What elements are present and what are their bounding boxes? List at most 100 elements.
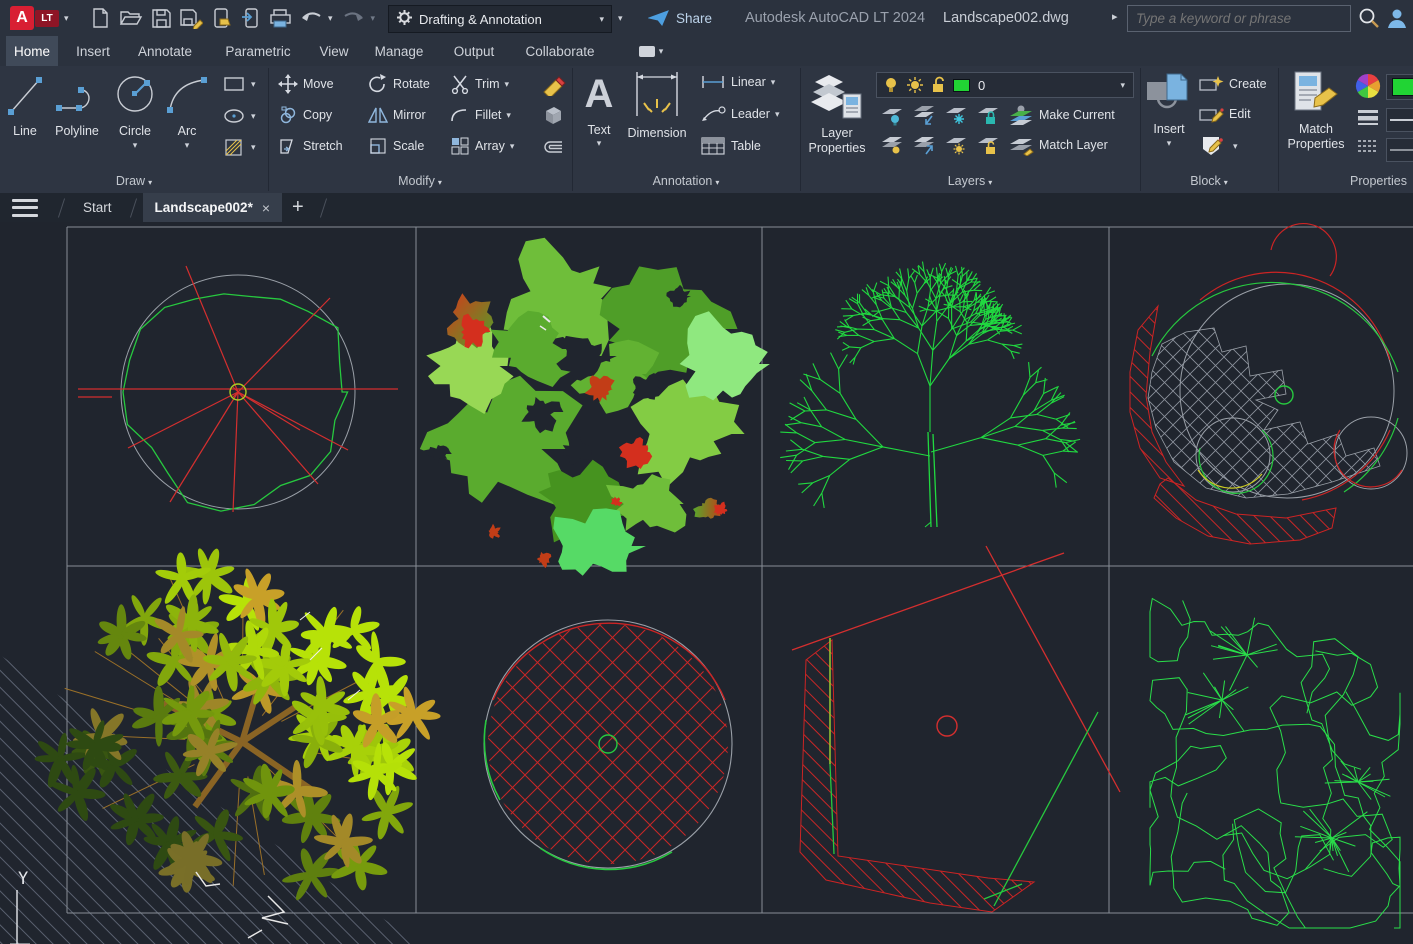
line-button[interactable]: Line [4, 70, 46, 139]
circle-button[interactable]: Circle ▾ [108, 70, 162, 150]
linear-caret-icon[interactable]: ▾ [771, 78, 776, 87]
search-magnifier-icon[interactable] [1356, 5, 1382, 31]
tab-home[interactable]: Home [6, 36, 58, 66]
color-wheel-button[interactable] [1354, 72, 1382, 100]
edit-block-button[interactable]: Edit [1198, 104, 1251, 124]
array-icon [450, 136, 470, 156]
acad-logo[interactable]: A LT ▾ [10, 6, 69, 30]
properties-panel-label[interactable]: Properties [1278, 174, 1413, 188]
tab-view[interactable]: View [310, 36, 358, 66]
annotation-panel-label[interactable]: Annotation▾ [572, 174, 800, 188]
drawing-canvas[interactable]: Y [0, 222, 1413, 944]
layer-properties-button[interactable]: Layer Properties [806, 70, 868, 155]
lineweight-dropdown[interactable] [1386, 108, 1413, 132]
close-tab-icon[interactable]: × [262, 200, 270, 216]
layer-unlock-button[interactable] [976, 134, 1000, 156]
layer-unisolate-button[interactable] [912, 134, 936, 156]
create-block-button[interactable]: Create [1198, 74, 1267, 94]
ellipse-button[interactable]: ▾ [222, 106, 256, 126]
stretch-button[interactable]: Stretch [278, 136, 343, 156]
insert-button[interactable]: Insert ▾ [1144, 70, 1194, 148]
rectangle-button[interactable]: ▾ [222, 74, 256, 94]
redo-icon[interactable] [341, 5, 367, 31]
ribbon-display-toggle[interactable]: ▾ [634, 43, 668, 60]
text-caret-icon[interactable]: ▾ [578, 139, 620, 148]
undo-caret-icon[interactable]: ▾ [328, 14, 333, 23]
tab-manage[interactable]: Manage [364, 36, 434, 66]
leader-caret-icon[interactable]: ▾ [775, 110, 780, 119]
layer-dropdown[interactable]: 0 ▾ [876, 72, 1134, 98]
save-as-icon[interactable] [178, 5, 204, 31]
open-from-web-mobile-icon[interactable] [208, 5, 234, 31]
linetype-dropdown[interactable] [1386, 138, 1413, 162]
scale-button[interactable]: Scale [368, 136, 424, 156]
tab-collaborate[interactable]: Collaborate [514, 36, 606, 66]
file-tab-menu-icon[interactable] [12, 199, 38, 217]
layer-off-button[interactable] [880, 104, 904, 126]
trim-caret-icon[interactable]: ▾ [505, 80, 510, 89]
user-account-icon[interactable] [1384, 5, 1410, 31]
array-caret-icon[interactable]: ▾ [510, 142, 515, 151]
edit-attributes-caret-icon[interactable]: ▾ [1233, 142, 1238, 151]
match-layer-button[interactable]: Match Layer [1008, 134, 1108, 156]
qat-customize-icon[interactable]: ▾ [618, 14, 623, 23]
save-icon[interactable] [148, 5, 174, 31]
new-drawing-tab-button[interactable]: + [282, 196, 314, 219]
hatch-button[interactable]: ▾ [222, 136, 256, 158]
trim-button[interactable]: Trim ▾ [450, 74, 509, 94]
tab-parametric[interactable]: Parametric [212, 36, 304, 66]
search-input[interactable] [1128, 6, 1366, 31]
dimension-button[interactable]: Dimension [622, 68, 692, 141]
draw-panel-label[interactable]: Draw▾ [0, 174, 268, 188]
array-button[interactable]: Array ▾ [450, 136, 514, 156]
linetype-icon-button[interactable] [1356, 138, 1380, 156]
fillet-caret-icon[interactable]: ▾ [506, 111, 511, 120]
polyline-button[interactable]: Polyline [48, 70, 106, 139]
move-button[interactable]: Move [278, 74, 334, 94]
insert-caret-icon[interactable]: ▾ [1144, 139, 1194, 148]
copy-button[interactable]: Copy [278, 105, 332, 125]
drawing-area[interactable]: Y [0, 222, 1413, 944]
title-chevron-icon[interactable]: ▸ [1112, 10, 1118, 23]
leader-button[interactable]: Leader ▾ [700, 105, 779, 123]
tab-start[interactable]: Start [71, 193, 124, 222]
rotate-button[interactable]: Rotate [368, 74, 430, 94]
tab-annotate[interactable]: Annotate [126, 36, 204, 66]
offset-button[interactable] [540, 136, 566, 158]
layers-on-button[interactable] [880, 134, 904, 156]
mirror-button[interactable]: Mirror [368, 105, 426, 125]
layer-thaw-button[interactable] [944, 134, 968, 156]
linear-button[interactable]: Linear ▾ [700, 74, 775, 90]
text-button[interactable]: A Text ▾ [578, 68, 620, 148]
new-file-icon[interactable] [88, 5, 114, 31]
make-current-button[interactable]: Make Current [1008, 104, 1115, 126]
save-to-web-mobile-icon[interactable] [238, 5, 264, 31]
undo-icon[interactable] [298, 5, 324, 31]
modify-panel-label[interactable]: Modify▾ [268, 174, 572, 188]
plot-icon[interactable] [268, 5, 294, 31]
arc-button[interactable]: Arc ▾ [164, 70, 210, 150]
match-properties-button[interactable]: Match Properties [1284, 70, 1348, 151]
tab-insert[interactable]: Insert [66, 36, 120, 66]
explode-button[interactable] [540, 103, 566, 127]
layer-isolate-button[interactable] [912, 104, 936, 126]
block-panel-label[interactable]: Block▾ [1140, 174, 1278, 188]
object-color-dropdown[interactable] [1386, 74, 1413, 100]
fillet-button[interactable]: Fillet ▾ [450, 105, 511, 125]
tab-landscape002[interactable]: Landscape002* × [143, 193, 283, 222]
unlock-icon [930, 76, 946, 94]
workspace-switcher[interactable]: Drafting & Annotation ▾ [388, 5, 612, 33]
layer-freeze-button[interactable] [944, 104, 968, 126]
arc-flyout-caret-icon[interactable]: ▾ [164, 141, 210, 150]
table-button[interactable]: Table [700, 136, 761, 156]
lineweight-icon-button[interactable] [1356, 108, 1380, 128]
erase-button[interactable] [540, 70, 566, 96]
circle-flyout-caret-icon[interactable]: ▾ [108, 141, 162, 150]
edit-attributes-button[interactable]: ▾ [1200, 134, 1238, 158]
tab-output[interactable]: Output [442, 36, 506, 66]
share-button[interactable]: Share [648, 0, 712, 36]
layers-panel-label[interactable]: Layers▾ [800, 174, 1140, 188]
redo-caret-icon[interactable]: ▾ [371, 14, 376, 23]
layer-lock-button[interactable] [976, 104, 1000, 126]
open-file-icon[interactable] [118, 5, 144, 31]
